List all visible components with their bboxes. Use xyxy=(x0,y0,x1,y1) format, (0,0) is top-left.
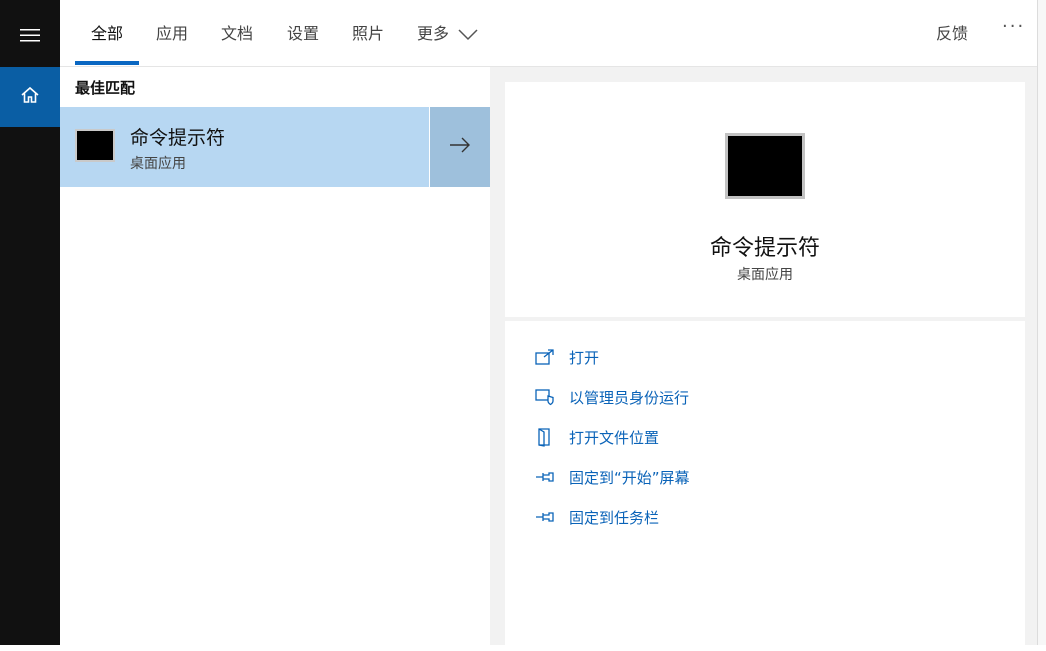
file-location-icon xyxy=(535,427,555,447)
pin-icon xyxy=(535,507,555,527)
result-subtitle: 桌面应用 xyxy=(130,156,186,172)
action-open-file-location[interactable]: 打开文件位置 xyxy=(535,425,659,449)
tab-apps[interactable]: 应用 xyxy=(156,22,188,46)
action-pin-to-taskbar[interactable]: 固定到任务栏 xyxy=(535,505,659,529)
tab-bar: 全部 应用 文档 设置 照片 更多 反馈 ··· xyxy=(60,0,1046,67)
action-label: 打开文件位置 xyxy=(569,428,660,447)
best-match-result[interactable]: 命令提示符 桌面应用 xyxy=(60,107,490,187)
active-tab-indicator xyxy=(75,61,139,65)
shield-icon xyxy=(535,387,555,407)
action-open[interactable]: 打开 xyxy=(535,345,599,369)
left-rail xyxy=(0,0,60,645)
more-options-button[interactable]: ··· xyxy=(1002,16,1025,37)
detail-subtitle: 桌面应用 xyxy=(737,267,793,283)
tab-documents[interactable]: 文档 xyxy=(221,22,253,46)
action-pin-to-start[interactable]: 固定到“开始”屏幕 xyxy=(535,465,690,489)
action-label: 以管理员身份运行 xyxy=(569,388,690,407)
pin-icon xyxy=(535,467,555,487)
action-run-as-admin[interactable]: 以管理员身份运行 xyxy=(535,385,689,409)
tab-more[interactable]: 更多 xyxy=(417,22,449,46)
app-preview-card: 命令提示符 桌面应用 xyxy=(505,82,1025,317)
open-icon xyxy=(535,347,555,367)
search-panel: 全部 应用 文档 设置 照片 更多 反馈 ··· 最佳匹配 命令提示符 桌面应用 xyxy=(60,0,1046,651)
feedback-button[interactable]: 反馈 xyxy=(936,22,968,46)
home-icon xyxy=(20,85,40,109)
chevron-down-icon[interactable] xyxy=(457,26,479,45)
action-label: 固定到任务栏 xyxy=(569,508,660,527)
cmd-large-icon xyxy=(725,133,805,199)
tab-all[interactable]: 全部 xyxy=(91,22,123,46)
tab-settings[interactable]: 设置 xyxy=(287,22,319,46)
hamburger-icon xyxy=(20,27,40,47)
result-item[interactable]: 命令提示符 桌面应用 xyxy=(60,107,429,187)
hamburger-menu-button[interactable] xyxy=(0,7,60,67)
details-pane: 命令提示符 桌面应用 打开 以管理员身份运行 打开文件位置 固定到“开始”屏幕 … xyxy=(490,67,1046,651)
tab-photos[interactable]: 照片 xyxy=(352,22,384,46)
results-pane: 最佳匹配 命令提示符 桌面应用 xyxy=(60,67,490,645)
action-list: 打开 以管理员身份运行 打开文件位置 固定到“开始”屏幕 固定到任务栏 xyxy=(505,321,1025,651)
home-button[interactable] xyxy=(0,67,60,127)
arrow-right-icon xyxy=(449,136,471,158)
cmd-app-icon xyxy=(75,129,115,162)
best-match-heading: 最佳匹配 xyxy=(75,79,136,97)
detail-title: 命令提示符 xyxy=(709,236,820,261)
background-window-edge xyxy=(1037,0,1046,645)
expand-details-button[interactable] xyxy=(430,107,490,187)
action-label: 固定到“开始”屏幕 xyxy=(569,468,690,487)
action-label: 打开 xyxy=(569,348,600,367)
result-title: 命令提示符 xyxy=(130,127,226,149)
